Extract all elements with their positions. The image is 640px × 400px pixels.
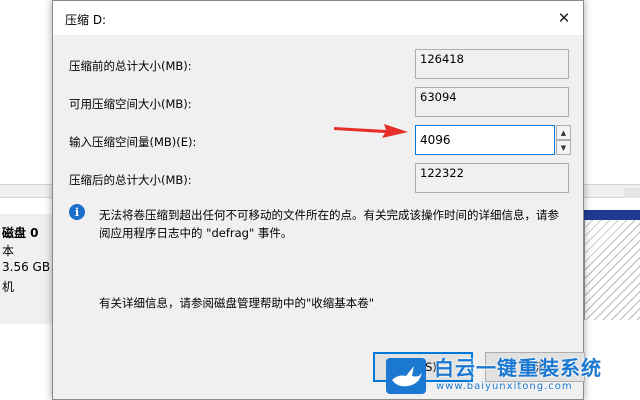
disk-size: 3.56 GB — [2, 260, 51, 274]
shrink-amount-input[interactable] — [415, 125, 555, 155]
watermark-url: www.baiyunxitong.com — [436, 381, 573, 392]
total-before-value: 126418 — [415, 49, 569, 79]
help-message: 有关详细信息，请参阅磁盘管理帮助中的"收缩基本卷" — [99, 296, 375, 310]
unallocated-partition[interactable] — [584, 220, 640, 320]
bird-logo-icon — [386, 358, 426, 394]
shrink-amount-label: 输入压缩空间量(MB)(E): — [69, 135, 197, 149]
total-after-value: 122322 — [415, 163, 569, 193]
chevron-down-icon[interactable]: ▼ — [556, 140, 571, 155]
total-after-label: 压缩后的总计大小(MB): — [69, 173, 192, 187]
info-circle-icon: i — [69, 204, 85, 220]
red-arrow-icon — [334, 124, 408, 138]
dialog-title: 压缩 D: — [65, 13, 107, 27]
chevron-up-icon[interactable]: ▲ — [556, 125, 571, 140]
watermark-title: 白云一键重装系统 — [434, 356, 602, 380]
info-message: 无法将卷压缩到超出任何不可移动的文件所在的点。有关完成该操作时间的详细信息，请参… — [99, 208, 559, 240]
total-before-label: 压缩前的总计大小(MB): — [69, 59, 192, 73]
background-scrollbar[interactable] — [624, 188, 640, 198]
close-icon[interactable]: ✕ — [551, 5, 577, 31]
dialog-titlebar: 压缩 D: ✕ — [53, 1, 583, 35]
partition-header-bar — [584, 210, 640, 220]
available-space-label: 可用压缩空间大小(MB): — [69, 97, 192, 111]
disk-title: 磁盘 0 — [2, 226, 39, 240]
disk-status: 机 — [2, 280, 15, 294]
shrink-amount-stepper: ▲ ▼ — [415, 125, 571, 155]
disk-type: 本 — [2, 244, 15, 258]
available-space-value: 63094 — [415, 87, 569, 117]
shrink-dialog: 压缩 D: ✕ 压缩前的总计大小(MB): 126418 可用压缩空间大小(MB… — [52, 0, 585, 400]
